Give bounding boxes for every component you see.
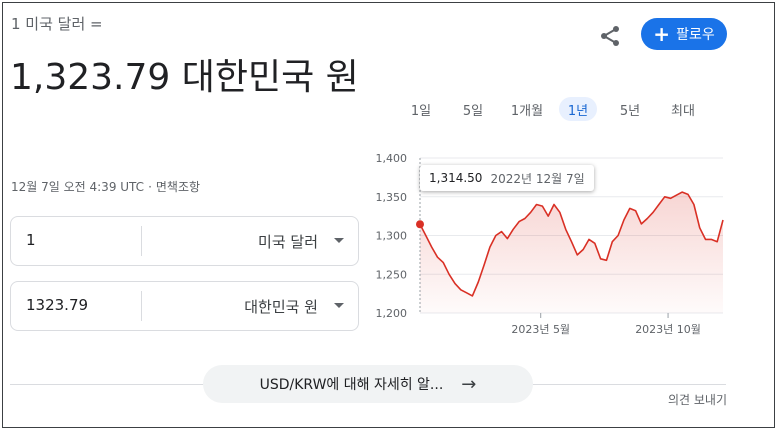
y-tick-label: 1,350	[376, 191, 408, 204]
tab-max[interactable]: 최대	[662, 97, 704, 121]
to-currency-box: 1323.79 대한민국 원	[10, 281, 359, 331]
y-tick-label: 1,300	[376, 230, 408, 243]
tab-5y[interactable]: 5년	[610, 97, 650, 121]
divider	[141, 291, 142, 321]
x-tick-label: 2023년 5월	[511, 323, 570, 336]
tab-1d[interactable]: 1일	[401, 97, 441, 121]
y-tick-label: 1,200	[376, 307, 408, 320]
series-area	[420, 192, 723, 313]
chart-tooltip: 1,314.50 2022년 12월 7일	[420, 165, 594, 191]
from-amount-input[interactable]: 1	[26, 231, 36, 249]
tooltip-date: 2022년 12월 7일	[490, 171, 585, 186]
feedback-link[interactable]: 의견 보내기	[668, 391, 727, 408]
follow-button[interactable]: + 팔로우	[641, 18, 727, 50]
from-currency-select[interactable]: 미국 달러	[258, 231, 318, 252]
y-tick-label: 1,400	[376, 152, 408, 165]
follow-label: 팔로우	[676, 27, 715, 43]
learn-more-button[interactable]: USD/KRW에 대해 자세히 알... →	[203, 365, 533, 403]
tab-5d[interactable]: 5일	[453, 97, 493, 121]
timestamp: 12월 7일 오전 4:39 UTC	[11, 180, 145, 194]
disclaimer-link[interactable]: 면책조항	[156, 180, 200, 194]
tab-1y[interactable]: 1년	[559, 97, 597, 121]
hover-point	[416, 220, 424, 229]
from-currency-box: 1 미국 달러	[10, 216, 359, 266]
learn-more-label: USD/KRW에 대해 자세히 알...	[259, 377, 444, 393]
timestamp-line: 12월 7일 오전 4:39 UTC · 면책조항	[11, 178, 200, 195]
to-amount-input[interactable]: 1323.79	[26, 296, 88, 314]
separator: ·	[148, 180, 152, 194]
x-tick-label: 2023년 10월	[635, 323, 701, 336]
to-currency-select[interactable]: 대한민국 원	[244, 296, 318, 317]
y-tick-label: 1,250	[376, 268, 408, 281]
conversion-subtitle: 1 미국 달러 =	[11, 15, 103, 33]
share-icon[interactable]	[598, 24, 622, 48]
tab-1m[interactable]: 1개월	[503, 97, 551, 121]
converted-rate: 1,323.79 대한민국 원	[10, 57, 359, 98]
chevron-down-icon[interactable]	[334, 238, 344, 243]
arrow-right-icon: →	[461, 373, 477, 395]
chevron-down-icon[interactable]	[334, 303, 344, 308]
divider	[141, 226, 142, 256]
plus-icon: +	[653, 22, 671, 46]
tooltip-value: 1,314.50	[429, 171, 483, 185]
